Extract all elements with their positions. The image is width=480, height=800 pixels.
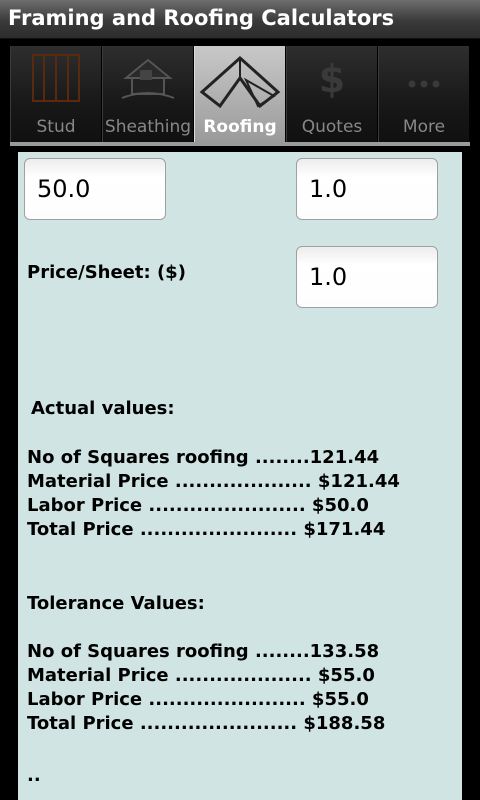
more-icon — [379, 52, 469, 108]
factor-field[interactable]: 1.0 — [296, 158, 438, 220]
price-sheet-label: Price/Sheet: ($) — [27, 262, 186, 283]
tab-stud[interactable]: Stud — [10, 46, 102, 142]
actual-material-price: Material Price .................... $121… — [27, 471, 400, 492]
tab-label: More — [402, 117, 446, 137]
tab-label: Stud — [36, 117, 76, 137]
title-bar: Framing and Roofing Calculators — [0, 0, 480, 39]
actual-labor-price: Labor Price ....................... $50.… — [27, 495, 369, 516]
quantity-field[interactable]: 50.0 — [24, 158, 166, 220]
tolerance-total-price: Total Price ....................... $188… — [27, 713, 386, 734]
price-sheet-field[interactable]: 1.0 — [296, 246, 438, 308]
tab-label: Roofing — [203, 117, 277, 137]
actual-total-price: Total Price ....................... $171… — [27, 519, 386, 540]
tab-indicator-strip — [10, 142, 470, 146]
tab-sheathing[interactable]: Sheathing — [102, 46, 194, 142]
tolerance-values-header: Tolerance Values: — [27, 593, 205, 614]
tolerance-material-price: Material Price .................... $55.… — [27, 665, 375, 686]
stud-icon — [11, 52, 101, 108]
roof-icon — [195, 52, 285, 114]
tolerance-labor-price: Labor Price ....................... $55.… — [27, 689, 369, 710]
trailing-dots: .. — [27, 765, 41, 786]
dollar-icon: $ — [287, 52, 377, 108]
actual-values-header: Actual values: — [31, 398, 175, 419]
house-icon — [103, 52, 193, 108]
tab-label: Quotes — [301, 117, 363, 137]
tab-label: Sheathing — [104, 117, 192, 137]
svg-text:$: $ — [319, 57, 345, 101]
actual-squares: No of Squares roofing ........121.44 — [27, 447, 380, 468]
app-title: Framing and Roofing Calculators — [8, 6, 395, 30]
tab-bar: Stud Sheathing Roofing $ Quotes More — [10, 46, 470, 142]
tab-roofing[interactable]: Roofing — [194, 46, 286, 142]
tab-quotes[interactable]: $ Quotes — [286, 46, 378, 142]
tolerance-squares: No of Squares roofing ........133.58 — [27, 641, 380, 662]
tab-more[interactable]: More — [378, 46, 470, 142]
roofing-panel: 50.0 1.0 Price/Sheet: ($) 1.0 Actual val… — [18, 152, 462, 800]
